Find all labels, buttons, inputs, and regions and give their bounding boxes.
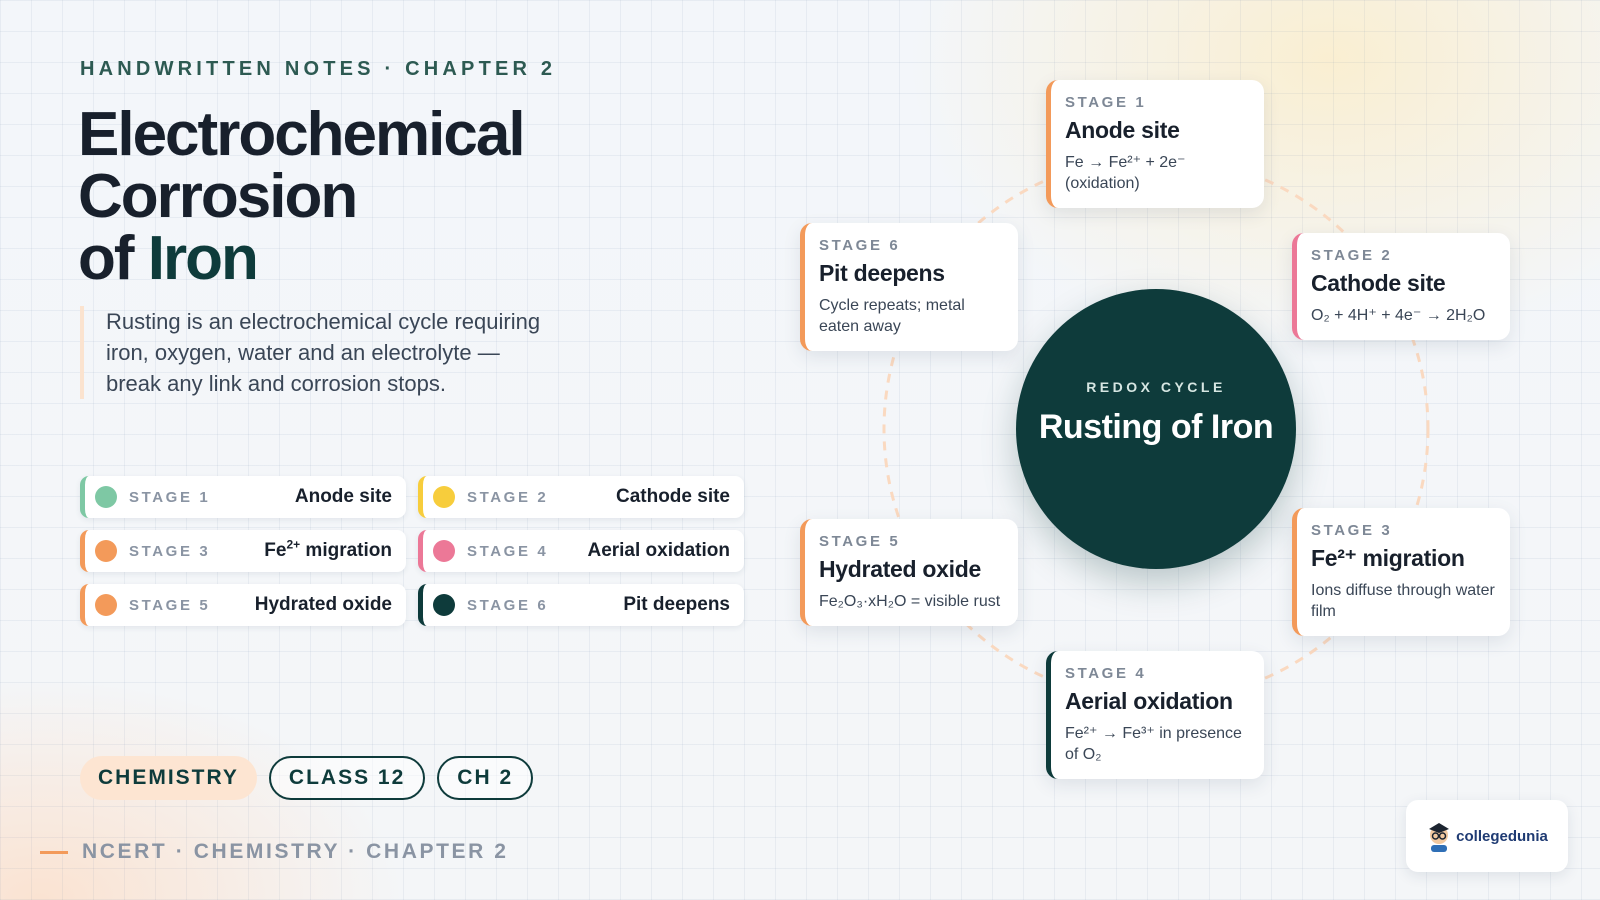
card-stage-label: STAGE 3 — [1311, 522, 1393, 539]
card-stage-label: STAGE 4 — [1065, 665, 1147, 682]
cycle-card-stage-5: STAGE 5 Hydrated oxide Fe₂O₃·xH₂O = visi… — [800, 519, 1018, 626]
card-stage-label: STAGE 6 — [819, 237, 901, 254]
card-title: Hydrated oxide — [819, 556, 981, 582]
card-description: Fe²⁺ → Fe³⁺ in presence of O₂ — [1065, 725, 1242, 763]
card-description: O₂ + 4H⁺ + 4e⁻ → 2H₂O — [1311, 307, 1486, 324]
student-avatar-icon — [1429, 823, 1450, 852]
card-title: Anode site — [1065, 117, 1180, 143]
card-title: Cathode site — [1311, 270, 1446, 296]
cycle-ring — [882, 155, 1430, 703]
logo-text: collegedunia — [1456, 827, 1548, 845]
card-description: Fe → Fe²⁺ + 2e⁻ (oxidation) — [1065, 154, 1186, 192]
card-description: Fe₂O₃·xH₂O = visible rust — [819, 593, 1001, 610]
card-stage-label: STAGE 1 — [1065, 94, 1147, 111]
card-title: Aerial oxidation — [1065, 688, 1233, 714]
card-stage-label: STAGE 5 — [819, 533, 901, 550]
card-stage-label: STAGE 2 — [1311, 247, 1393, 264]
collegedunia-logo: collegedunia — [1406, 800, 1568, 872]
card-description: Cycle repeats; metal eaten away — [819, 297, 965, 335]
hub-title: Rusting of Iron — [1038, 408, 1274, 446]
cycle-card-stage-1: STAGE 1 Anode site Fe → Fe²⁺ + 2e⁻ (oxid… — [1046, 80, 1264, 208]
card-description: Ions diffuse through water film — [1311, 582, 1495, 620]
cycle-card-stage-6: STAGE 6 Pit deepens Cycle repeats; metal… — [800, 223, 1018, 351]
card-title: Pit deepens — [819, 260, 945, 286]
hub-kicker: REDOX CYCLE — [1086, 379, 1226, 395]
cycle-card-stage-3: STAGE 3 Fe²⁺ migration Ions diffuse thro… — [1292, 508, 1510, 636]
cycle-card-stage-4: STAGE 4 Aerial oxidation Fe²⁺ → Fe³⁺ in … — [1046, 651, 1264, 779]
cycle-card-stage-2: STAGE 2 Cathode site O₂ + 4H⁺ + 4e⁻ → 2H… — [1292, 233, 1510, 340]
card-title: Fe²⁺ migration — [1311, 545, 1465, 571]
cycle-hub: REDOX CYCLE Rusting of Iron — [1016, 289, 1296, 569]
